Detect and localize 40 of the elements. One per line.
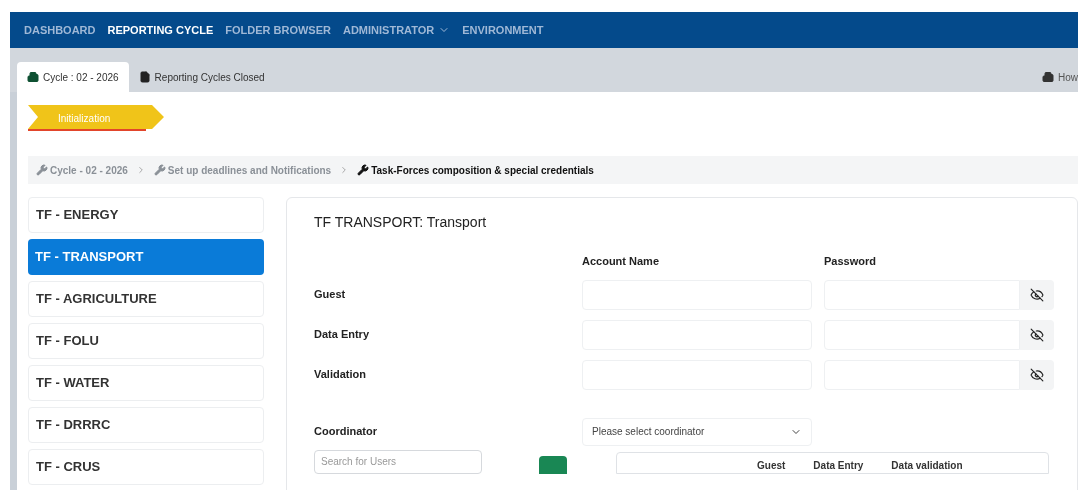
task-force-item[interactable]: TF - AGRICULTURE [28,281,264,317]
breadcrumb-link[interactable]: Task-Forces composition & special credentials [357,162,594,178]
eye-off-icon [1030,367,1044,382]
show-password-button[interactable] [1020,319,1054,350]
user-search-field[interactable]: Search for Users [314,449,482,474]
task-force-item[interactable]: TF - DRRRC [28,407,264,443]
wrench-icon [36,164,48,176]
nav-link[interactable]: ENVIRONMENT [462,21,544,39]
show-password-button[interactable] [1020,359,1054,390]
task-force-item[interactable]: TF - TRANSPORT [28,239,264,275]
tab[interactable]: Cycle : 02 - 2026 [17,62,129,92]
help-link[interactable]: How [1042,62,1078,92]
table-header: Guest [757,458,786,473]
eye-off-icon [1030,287,1044,302]
show-password-button[interactable] [1020,279,1054,310]
nav-link[interactable]: REPORTING CYCLE [107,21,214,39]
coordinator-label: Coordinator [314,424,377,440]
file-icon [138,71,151,83]
coordinator-select[interactable]: Please select coordinator [582,417,812,446]
stage-badge: Initialization [28,105,164,132]
column-header: Password [824,254,876,269]
table-header: Data Entry [813,458,864,473]
task-force-item[interactable]: TF - FOLU [28,323,264,359]
wrench-icon [153,164,166,176]
task-force-item[interactable]: TF - WATER [28,365,264,401]
task-force-item[interactable]: TF - CRUS [28,449,264,485]
wrench-icon [357,164,370,176]
eye-off-icon [1030,327,1044,342]
panel-title: TF TRANSPORT: Transport [314,213,487,232]
nav-link[interactable]: FOLDER BROWSER [225,21,331,39]
action-button[interactable] [539,455,567,474]
column-header: Account Name [582,254,660,269]
nav-link[interactable]: ADMINISTRATOR [342,21,451,39]
tab[interactable]: Reporting Cycles Closed [128,62,275,92]
nav-link[interactable]: DASHBOARD [24,21,96,39]
row-label: Validation [314,367,366,383]
task-force-item[interactable]: TF - ENERGY [28,197,264,233]
row-label: Guest [314,287,346,303]
row-label: Data Entry [314,327,370,343]
table-header: Data validation [891,458,963,473]
